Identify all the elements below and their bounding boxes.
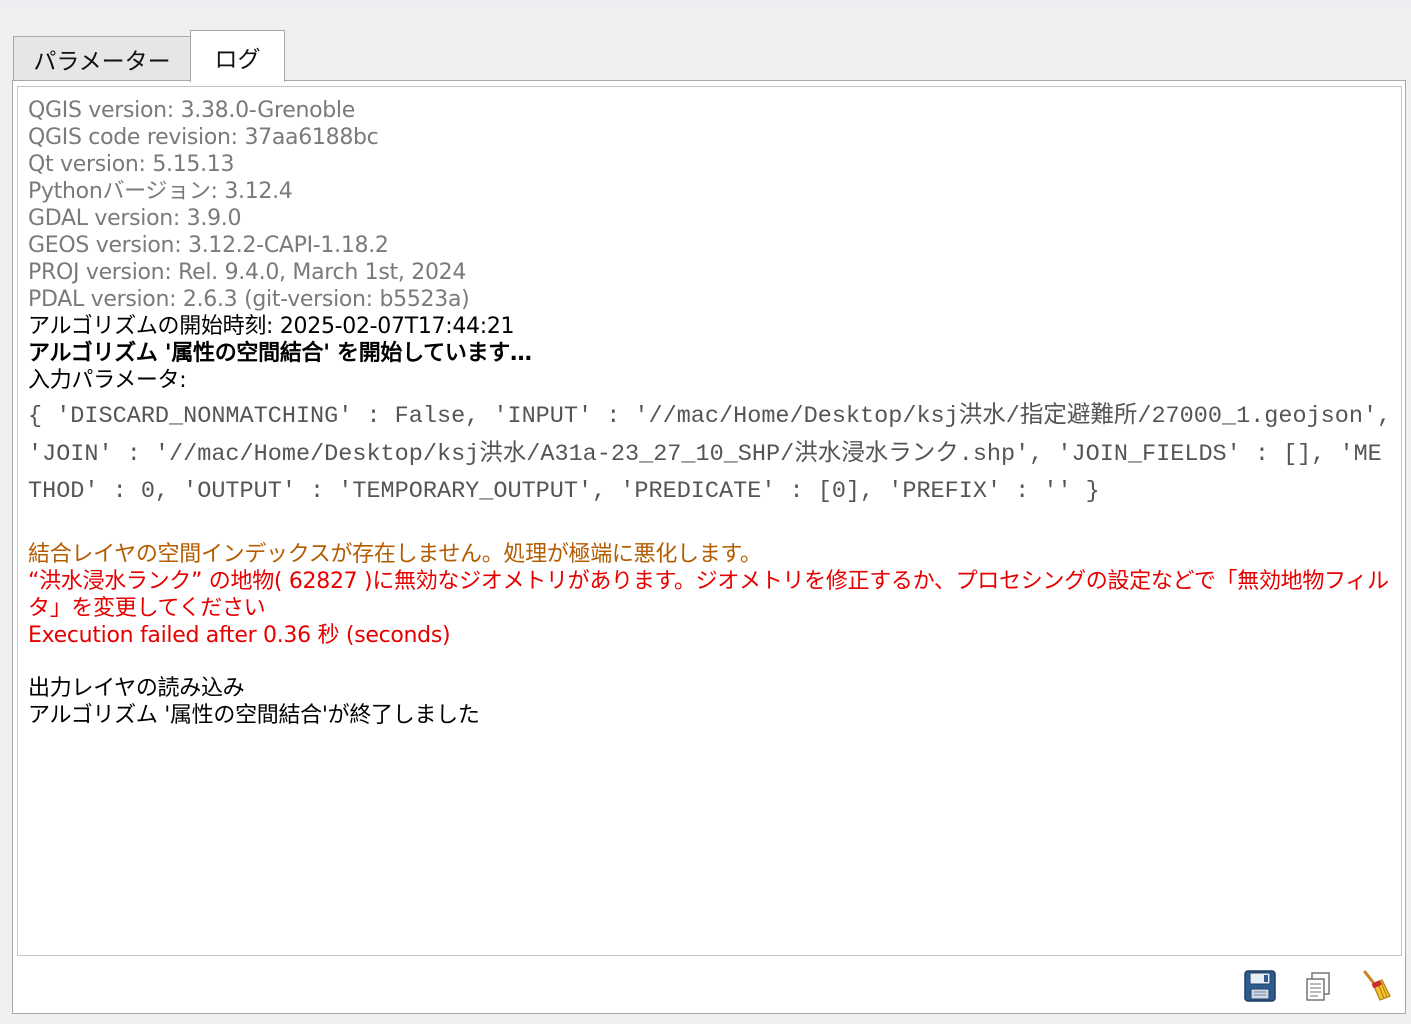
copy-log-button[interactable] <box>1300 968 1336 1004</box>
log-loading-output: 出力レイヤの読み込み <box>28 675 245 701</box>
save-icon <box>1244 970 1276 1002</box>
tab-parameters[interactable]: パラメーター <box>13 36 191 81</box>
log-info-line: QGIS code revision: 37aa6188bc <box>28 125 379 150</box>
log-info-line: GEOS version: 3.12.2-CAPI-1.18.2 <box>28 233 389 258</box>
log-info-line: Pythonバージョン: 3.12.4 <box>28 179 293 204</box>
log-error-failed: Execution failed after 0.36 秒 (seconds) <box>28 622 451 648</box>
log-params: { 'DISCARD_NONMATCHING' : False, 'INPUT'… <box>28 403 1392 505</box>
tab-log[interactable]: ログ <box>190 30 285 82</box>
log-info-line: QGIS version: 3.38.0-Grenoble <box>28 98 355 123</box>
clear-broom-icon <box>1363 970 1391 1001</box>
log-start-time: アルゴリズムの開始時刻: 2025-02-07T17:44:21 <box>28 314 515 339</box>
log-info-line: PROJ version: Rel. 9.4.0, March 1st, 202… <box>28 260 467 285</box>
log-toolbar <box>1240 968 1400 1008</box>
log-text-area[interactable]: QGIS version: 3.38.0-Grenoble QGIS code … <box>17 86 1402 956</box>
log-input-params-label: 入力パラメータ: <box>28 368 187 393</box>
log-starting-message: アルゴリズム '属性の空間結合' を開始しています… <box>28 341 532 366</box>
log-error-geometry: “洪水浸水ランク” の地物( 62827 )に無効なジオメトリがあります。ジオメ… <box>28 568 1389 621</box>
log-finished: アルゴリズム '属性の空間結合'が終了しました <box>28 702 480 728</box>
log-info-line: PDAL version: 2.6.3 (git-version: b5523a… <box>28 287 470 312</box>
log-info-line: Qt version: 5.15.13 <box>28 152 235 177</box>
save-log-button[interactable] <box>1242 968 1278 1004</box>
copy-icon <box>1306 972 1330 1001</box>
log-info-line: GDAL version: 3.9.0 <box>28 206 242 231</box>
clear-log-button[interactable] <box>1358 968 1394 1004</box>
log-warning: 結合レイヤの空間インデックスが存在しません。処理が極端に悪化します。 <box>28 541 762 567</box>
top-strip <box>0 0 1411 8</box>
processing-dialog: パラメーター ログ QGIS version: 3.38.0-Grenoble … <box>0 0 1411 1024</box>
